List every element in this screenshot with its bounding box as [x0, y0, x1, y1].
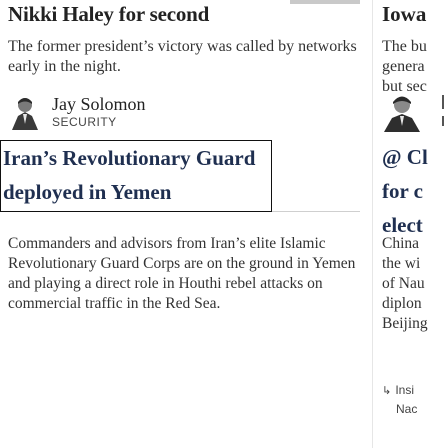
- author-name[interactable]: Jay Solomon: [52, 94, 146, 115]
- article-headline-iran[interactable]: Iran’s Revolutionary Guard deployed in Y…: [1, 141, 265, 209]
- headline-line: Iran’s Revolutionary Guard: [3, 146, 256, 170]
- summary-line: genera: [382, 58, 425, 75]
- left-feed-column: Nikki Haley for second The former presid…: [0, 0, 378, 448]
- article-headline-iowa[interactable]: Iowa: [382, 2, 426, 27]
- summary-line: China: [382, 235, 420, 252]
- headline-underline: [272, 211, 360, 212]
- featured-headline-box[interactable]: Iran’s Revolutionary Guard deployed in Y…: [0, 140, 272, 212]
- summary-line: diplon: [382, 295, 422, 312]
- right-feed-column: Iowa The bu genera but sec @ Cl for c el…: [378, 0, 448, 448]
- insight-arrow-icon: ↳: [382, 385, 392, 397]
- author-section-fragment: [442, 116, 444, 126]
- article-summary-china: China the wi of Nau diplon Beijing: [382, 234, 448, 334]
- article-summary-iowa: The bu genera but sec: [382, 37, 448, 97]
- insight-author: Nac: [396, 402, 418, 416]
- summary-line: Beijing: [382, 315, 428, 332]
- author-section: SECURITY: [52, 115, 117, 129]
- article-thumbnail-edge: [290, 0, 360, 4]
- headline-line: for c: [382, 179, 424, 203]
- insight-link[interactable]: ↳ Insi Nac: [382, 381, 448, 418]
- article-headline-china[interactable]: @ Cl for c elect: [382, 140, 428, 242]
- headline-line: deployed in Yemen: [3, 180, 172, 204]
- article-summary-iran: Commanders and advisors from Iran’s elit…: [8, 235, 356, 312]
- article-summary-haley: The former president’s victory was calle…: [8, 38, 357, 75]
- insight-label: Insi: [395, 383, 415, 397]
- summary-line: the wi: [382, 255, 421, 272]
- author-avatar: [8, 94, 42, 130]
- author-byline[interactable]: Jay Solomon SECURITY: [8, 92, 258, 132]
- author-name-fragment: [442, 95, 444, 109]
- article-headline-haley[interactable]: Nikki Haley for second: [8, 2, 209, 27]
- headline-line: @ Cl: [382, 145, 428, 169]
- author-avatar[interactable]: [382, 92, 422, 132]
- summary-line: The bu: [382, 38, 427, 55]
- summary-line: of Nau: [382, 275, 425, 292]
